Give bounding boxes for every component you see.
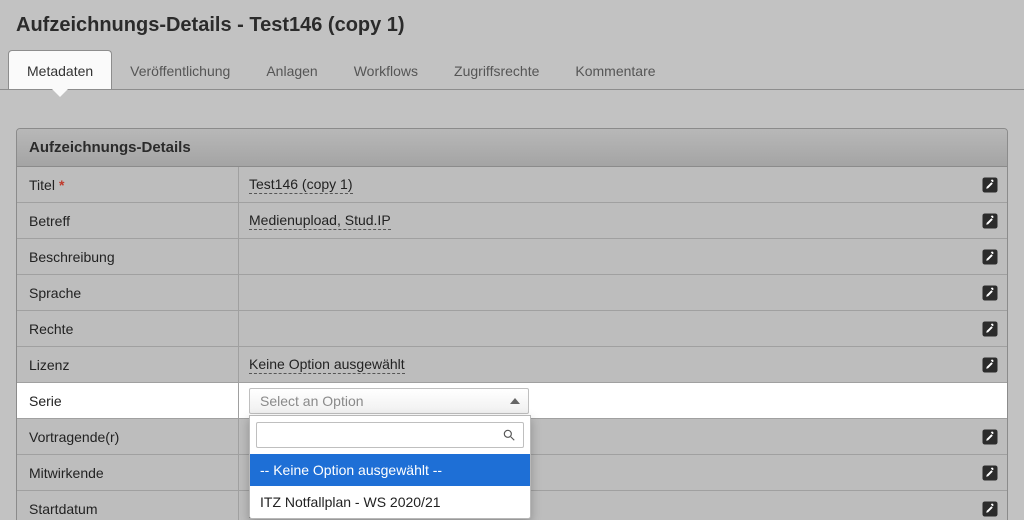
tab-veroeffentlichung[interactable]: Veröffentlichung <box>112 51 248 89</box>
row-rechte: Rechte <box>17 311 1007 347</box>
tab-anlagen[interactable]: Anlagen <box>248 51 335 89</box>
required-star: * <box>59 177 64 193</box>
edit-icon[interactable] <box>981 212 999 230</box>
serie-option-itz[interactable]: ITZ Notfallplan - WS 2020/21 <box>250 486 530 518</box>
label-serie: Serie <box>17 383 239 418</box>
edit-icon[interactable] <box>981 284 999 302</box>
tab-metadaten[interactable]: Metadaten <box>8 50 112 89</box>
value-titel[interactable]: Test146 (copy 1) <box>239 167 973 202</box>
tabs: Metadaten Veröffentlichung Anlagen Workf… <box>0 45 1024 89</box>
page-title: Aufzeichnungs-Details - Test146 (copy 1) <box>0 0 1024 45</box>
tab-zugriffsrechte[interactable]: Zugriffsrechte <box>436 51 557 89</box>
edit-icon[interactable] <box>981 248 999 266</box>
value-rechte[interactable] <box>239 311 973 346</box>
serie-select[interactable]: Select an Option -- Keine Option ausgewä… <box>249 388 529 414</box>
chevron-up-icon <box>510 398 520 404</box>
label-sprache: Sprache <box>17 275 239 310</box>
tab-workflows[interactable]: Workflows <box>336 51 436 89</box>
edit-icon[interactable] <box>981 356 999 374</box>
tab-kommentare[interactable]: Kommentare <box>557 51 673 89</box>
serie-option-none[interactable]: -- Keine Option ausgewählt -- <box>250 454 530 486</box>
value-sprache[interactable] <box>239 275 973 310</box>
label-betreff: Betreff <box>17 203 239 238</box>
edit-icon[interactable] <box>981 176 999 194</box>
value-lizenz[interactable]: Keine Option ausgewählt <box>239 347 973 382</box>
serie-dropdown: -- Keine Option ausgewählt -- ITZ Notfal… <box>249 415 531 519</box>
row-serie: Serie Select an Option -- Keine Option a… <box>17 383 1007 419</box>
label-startdatum: Startdatum <box>17 491 239 520</box>
row-lizenz: Lizenz Keine Option ausgewählt <box>17 347 1007 383</box>
value-betreff[interactable]: Medienupload, Stud.IP <box>239 203 973 238</box>
row-beschreibung: Beschreibung <box>17 239 1007 275</box>
edit-icon[interactable] <box>981 428 999 446</box>
panel-aufzeichnungs-details: Aufzeichnungs-Details Titel* Test146 (co… <box>16 128 1008 520</box>
serie-search-input[interactable] <box>256 422 524 448</box>
value-beschreibung[interactable] <box>239 239 973 274</box>
edit-icon[interactable] <box>981 320 999 338</box>
row-titel: Titel* Test146 (copy 1) <box>17 167 1007 203</box>
edit-icon[interactable] <box>981 500 999 518</box>
label-titel: Titel* <box>17 167 239 202</box>
row-betreff: Betreff Medienupload, Stud.IP <box>17 203 1007 239</box>
row-sprache: Sprache <box>17 275 1007 311</box>
label-lizenz: Lizenz <box>17 347 239 382</box>
search-icon <box>502 428 516 445</box>
label-rechte: Rechte <box>17 311 239 346</box>
label-beschreibung: Beschreibung <box>17 239 239 274</box>
serie-select-placeholder: Select an Option <box>260 393 364 409</box>
value-serie: Select an Option -- Keine Option ausgewä… <box>239 383 973 418</box>
edit-icon[interactable] <box>981 464 999 482</box>
label-mitwirkende: Mitwirkende <box>17 455 239 490</box>
panel-header: Aufzeichnungs-Details <box>17 129 1007 167</box>
label-vortragender: Vortragende(r) <box>17 419 239 454</box>
